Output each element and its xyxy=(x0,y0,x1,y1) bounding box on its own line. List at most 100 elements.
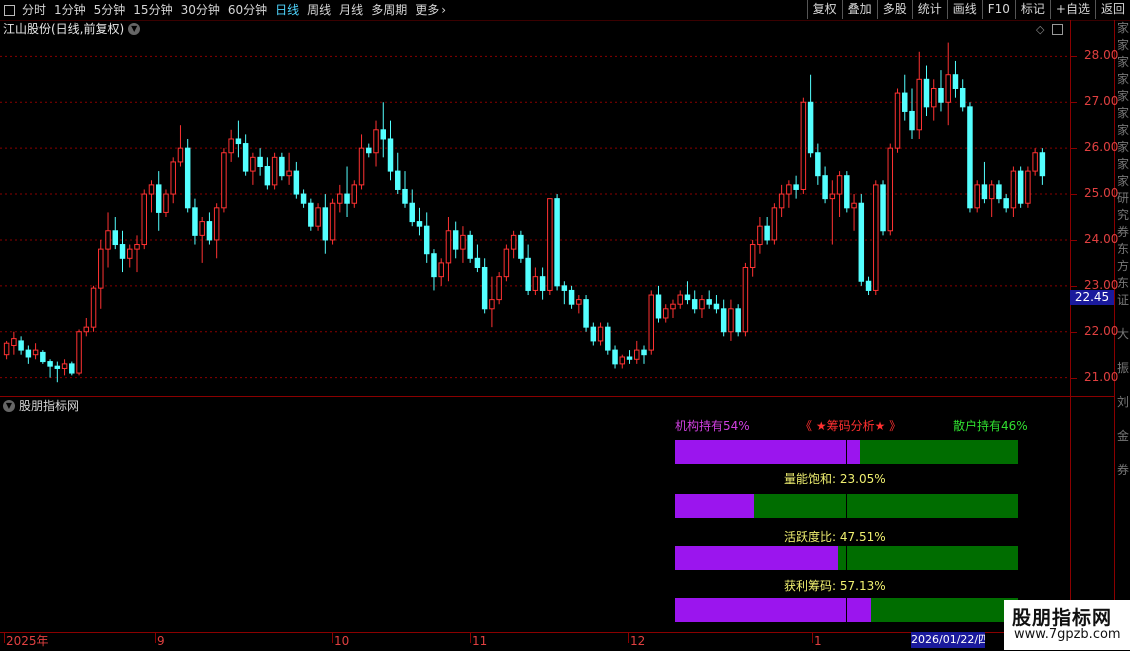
chevron-down-icon[interactable]: ▼ xyxy=(128,23,141,35)
toolbar-button-2[interactable]: 多股 xyxy=(876,0,912,19)
candle-body xyxy=(981,184,988,200)
toolbar-button-6[interactable]: 标记 xyxy=(1014,0,1050,19)
toolbar-button-0[interactable]: 复权 xyxy=(806,0,842,19)
period-tabs: 分时 1分钟 5分钟 15分钟 30分钟 60分钟 日线 周线 月线 多周期 更多 › xyxy=(0,0,446,20)
right-toolbar: 复权 叠加 多股 统计 画线 F10 标记 +自选 返回 xyxy=(806,0,1130,20)
candle-body xyxy=(1010,170,1017,209)
candle-body xyxy=(322,207,329,241)
price-axis xyxy=(1070,20,1115,396)
candle-body xyxy=(467,234,473,259)
right-strip-char: 刘 xyxy=(1116,395,1129,409)
candle-body xyxy=(351,184,358,204)
toolbar-button-7[interactable]: +自选 xyxy=(1049,0,1095,19)
tab-period-0[interactable]: 分时 xyxy=(18,0,50,20)
tab-period-3[interactable]: 15分钟 xyxy=(129,0,176,20)
candle-body xyxy=(358,147,365,186)
retail-holding-label: 散户持有46% xyxy=(953,419,1028,433)
toolbar-button-8[interactable]: 返回 xyxy=(1094,0,1130,19)
date-axis-tick xyxy=(812,633,813,643)
candle-body xyxy=(974,184,980,209)
candle-body xyxy=(807,101,814,154)
bar-fill-green xyxy=(754,494,1018,518)
candle-body xyxy=(1039,152,1046,177)
tab-period-1[interactable]: 1分钟 xyxy=(50,0,90,20)
candle-body xyxy=(829,193,836,200)
candle-body xyxy=(1032,152,1038,172)
toolbar-button-1[interactable]: 叠加 xyxy=(841,0,877,19)
candle-body xyxy=(959,87,966,108)
candlestick-chart[interactable] xyxy=(0,38,1070,396)
candle-body xyxy=(844,175,850,209)
candle-body xyxy=(177,147,184,163)
candle-body xyxy=(612,349,618,365)
right-strip-char: 究 xyxy=(1116,208,1129,222)
candle-body xyxy=(286,170,292,177)
tab-period-5[interactable]: 60分钟 xyxy=(224,0,271,20)
candle-body xyxy=(228,138,234,154)
candle-body xyxy=(431,253,437,278)
layout-toggle-button[interactable] xyxy=(0,0,18,20)
panel-divider xyxy=(0,396,1114,397)
candle-body xyxy=(503,248,510,278)
candle-body xyxy=(728,308,734,333)
candle-body xyxy=(90,287,97,328)
candle-body xyxy=(510,234,517,250)
price-axis-label: 22.00 xyxy=(1084,323,1119,338)
candle-body xyxy=(590,326,597,342)
tab-period-9[interactable]: 多周期 xyxy=(367,0,411,20)
candle-body xyxy=(1025,170,1031,204)
bar-mid-marker xyxy=(846,546,847,570)
candle-body xyxy=(11,338,17,347)
candle-body xyxy=(112,230,119,246)
indicator-title: 股朋指标网 xyxy=(19,399,80,413)
diamond-icon[interactable]: ◇ xyxy=(1036,23,1044,36)
right-strip-char: 方 xyxy=(1116,259,1129,273)
candle-body xyxy=(561,285,568,291)
bar-fill-green xyxy=(870,598,1018,622)
panel-controls: ◇ xyxy=(1036,23,1064,36)
chevron-down-icon[interactable]: ▼ xyxy=(3,400,15,412)
candle-body xyxy=(923,78,930,108)
candle-body xyxy=(69,363,75,374)
candle-body xyxy=(967,106,973,209)
candle-body xyxy=(691,299,698,310)
candle-body xyxy=(771,207,778,241)
sub-panel-title-bar[interactable]: ▼ 股朋指标网 xyxy=(3,398,79,414)
toolbar-button-5[interactable]: F10 xyxy=(981,0,1015,19)
maximize-icon[interactable] xyxy=(1052,24,1064,35)
price-axis-label: 21.00 xyxy=(1084,369,1119,384)
candle-body xyxy=(141,193,147,246)
right-strip-char: 家 xyxy=(1116,72,1129,86)
candle-body xyxy=(757,225,763,246)
candle-body xyxy=(655,294,662,319)
candle-body xyxy=(880,184,886,232)
candle-body xyxy=(605,326,611,351)
candle-body xyxy=(800,101,807,190)
price-axis-tick xyxy=(1071,377,1077,379)
candle-body xyxy=(720,308,727,333)
candle-body xyxy=(489,299,495,310)
tab-period-6[interactable]: 日线 xyxy=(271,0,303,20)
candle-body xyxy=(539,276,546,291)
tab-period-10[interactable]: 更多 xyxy=(411,0,443,20)
candle-body xyxy=(155,184,162,213)
candle-body xyxy=(481,266,488,310)
tab-period-7[interactable]: 周线 xyxy=(303,0,335,20)
tab-period-8[interactable]: 月线 xyxy=(335,0,367,20)
candle-body xyxy=(300,193,307,204)
stock-title-bar[interactable]: 江山股份(日线,前复权) ▼ xyxy=(3,21,141,37)
toolbar-button-4[interactable]: 画线 xyxy=(946,0,982,19)
price-axis-label: 23.00 xyxy=(1084,277,1119,292)
candle-body xyxy=(583,299,589,328)
candle-body xyxy=(279,156,285,177)
candle-body xyxy=(3,342,10,356)
toolbar-button-3[interactable]: 统计 xyxy=(911,0,947,19)
tab-period-2[interactable]: 5分钟 xyxy=(90,0,130,20)
bar-fill-green xyxy=(860,440,1018,464)
candle-body xyxy=(576,299,582,305)
candle-body xyxy=(568,289,575,305)
price-axis-label: 28.00 xyxy=(1084,48,1119,63)
tab-period-4[interactable]: 30分钟 xyxy=(177,0,224,20)
candle-body xyxy=(387,138,394,172)
candle-body xyxy=(945,74,951,103)
